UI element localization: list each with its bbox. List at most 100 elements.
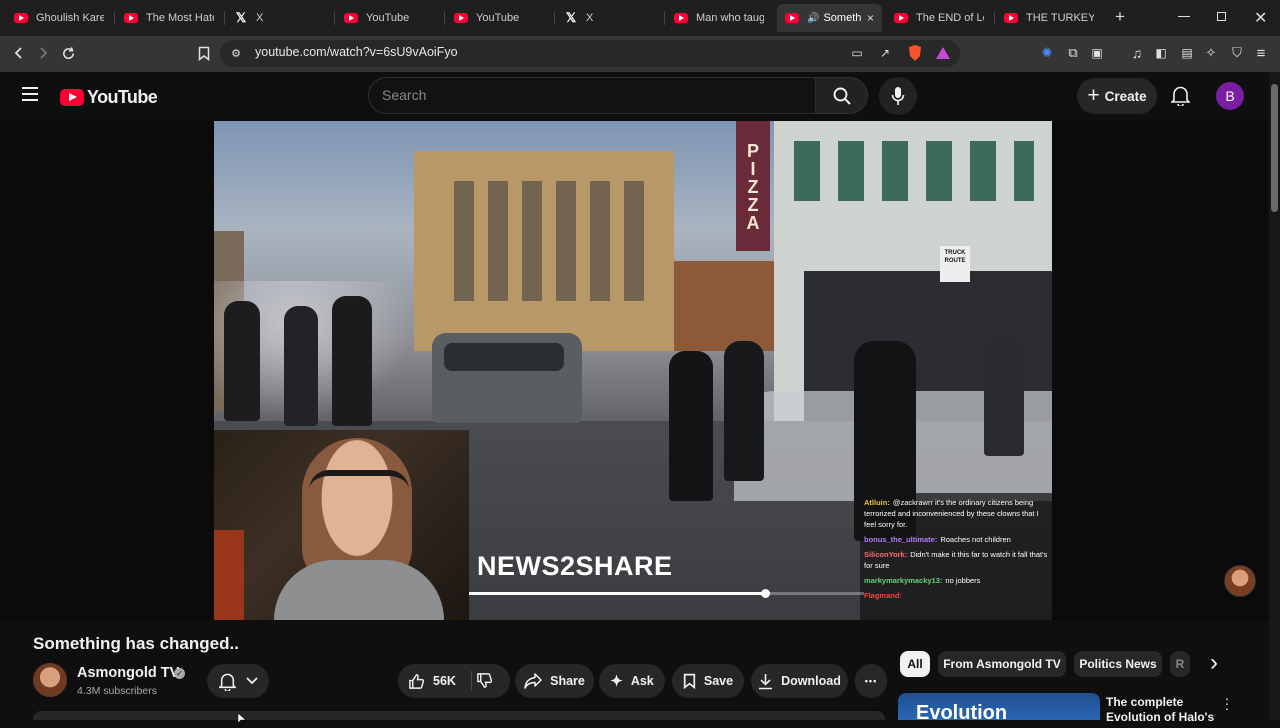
browser-tab[interactable]: 𝕏 X — [556, 4, 662, 32]
channel-avatar[interactable] — [33, 663, 67, 697]
account-avatar[interactable]: B — [1216, 82, 1244, 110]
scene-person — [224, 301, 260, 421]
scene-windows — [794, 141, 1034, 201]
browser-tab-strip: Ghoulish Karen The Most Hated 𝕏 X YouTub… — [0, 0, 1280, 36]
voice-search-button[interactable] — [879, 77, 917, 115]
chevron-right-icon[interactable]: › — [1200, 650, 1228, 678]
like-button[interactable]: 56K — [408, 673, 456, 690]
browser-tab[interactable]: YouTube — [336, 4, 442, 32]
scene-car-window — [444, 343, 564, 371]
channel-name[interactable]: Asmongold TV — [77, 665, 179, 681]
subscribed-notifications-button[interactable] — [207, 664, 269, 698]
browser-tab[interactable]: The END of Lok — [886, 4, 992, 32]
channel-watermark-avatar[interactable] — [1224, 565, 1256, 597]
menu-icon[interactable]: ≡ — [1250, 42, 1272, 64]
new-tab-button[interactable]: + — [1110, 7, 1130, 27]
close-window-button[interactable]: ✕ — [1254, 8, 1267, 28]
like-divider — [471, 671, 472, 691]
youtube-play-icon — [60, 89, 84, 106]
ask-button[interactable]: ✦ Ask — [599, 664, 665, 698]
site-settings-icon[interactable]: ⚙ — [225, 42, 247, 64]
cast-icon[interactable]: ▭ — [846, 42, 868, 64]
search-input[interactable]: Search — [382, 87, 426, 103]
youtube-logo[interactable]: YouTube — [60, 87, 158, 108]
tab-label: YouTube — [476, 12, 520, 24]
microphone-icon — [891, 87, 905, 105]
news2share-watermark: NEWS2SHARE — [477, 551, 673, 581]
description-box[interactable] — [33, 711, 885, 720]
video-title: Something has changed.. — [33, 634, 239, 653]
streamer-shirt — [274, 560, 444, 620]
forward-icon[interactable] — [32, 42, 54, 64]
leo-ai-icon[interactable]: ✧ — [1200, 42, 1222, 64]
shield-icon[interactable]: ⛉ — [1226, 42, 1248, 64]
search-button[interactable] — [815, 77, 868, 114]
browser-tab[interactable]: THE TURKEY TO — [996, 4, 1102, 32]
more-vert-icon[interactable]: · · · — [1222, 691, 1232, 715]
scene-shelf — [214, 530, 244, 620]
browser-tab[interactable]: The Most Hated — [116, 4, 222, 32]
brave-rewards-icon[interactable] — [932, 42, 954, 64]
bookmark-icon[interactable] — [193, 42, 215, 64]
restore-button[interactable] — [1217, 12, 1226, 21]
wallet-icon[interactable]: ▤ — [1176, 42, 1198, 64]
save-button[interactable]: Save — [672, 664, 744, 698]
scene-person — [332, 296, 372, 426]
chat-message: bonus_the_ultimate: Roaches not children — [864, 535, 1011, 544]
reader-icon[interactable]: ▣ — [1086, 42, 1108, 64]
like-count: 56K — [433, 674, 456, 688]
video-scrubber-handle[interactable] — [761, 589, 770, 598]
subscriber-count: 4.3M subscribers — [77, 685, 157, 697]
youtube-icon — [124, 13, 138, 23]
chip-from-channel[interactable]: From Asmongold TV — [938, 651, 1066, 677]
mouse-cursor-icon — [237, 710, 248, 728]
youtube-icon — [674, 13, 688, 23]
sparkle-icon: ✦ — [610, 673, 623, 690]
download-button[interactable]: Download — [751, 664, 848, 698]
close-tab-icon[interactable]: × — [863, 11, 874, 25]
tab-label: The END of Lok — [916, 12, 984, 24]
share-icon — [524, 673, 542, 689]
browser-tab[interactable]: Ghoulish Karen — [6, 4, 112, 32]
bell-icon — [218, 673, 236, 691]
back-icon[interactable] — [8, 42, 30, 64]
brave-shield-icon[interactable] — [904, 42, 926, 64]
scene-building — [674, 261, 774, 351]
pizza-sign: PIZZA — [736, 121, 770, 251]
scene-person — [284, 306, 318, 426]
like-dislike-group: 56K — [398, 664, 510, 698]
sidebar-toggle-icon[interactable]: ◧ — [1150, 42, 1172, 64]
url-text[interactable]: youtube.com/watch?v=6sU9vAoiFyo — [255, 45, 458, 59]
chip-politics-news[interactable]: Politics News — [1074, 651, 1162, 677]
browser-tab-active[interactable]: 🔊 Someth × — [777, 4, 882, 32]
browser-tab[interactable]: YouTube — [446, 4, 552, 32]
chip-truncated[interactable]: R — [1170, 651, 1190, 677]
share-button[interactable]: Share — [515, 664, 594, 698]
chat-message: markymarkymacky13: no jobbers — [864, 576, 981, 585]
share-page-icon[interactable]: ↗ — [874, 42, 896, 64]
more-actions-button[interactable]: ••• — [855, 664, 887, 698]
page-scrollbar-thumb[interactable] — [1271, 84, 1278, 212]
chat-message: Flagmand: — [864, 591, 902, 600]
dislike-button[interactable] — [476, 672, 493, 694]
extensions-icon[interactable]: ⧉ — [1062, 42, 1084, 64]
headphones-icon — [309, 470, 409, 490]
create-button[interactable]: + Create — [1077, 78, 1157, 114]
notifications-bell-icon[interactable] — [1170, 85, 1191, 111]
chevron-down-icon — [245, 677, 258, 685]
download-icon — [759, 673, 773, 689]
youtube-icon — [344, 13, 358, 23]
tab-label: Ghoulish Karen — [36, 12, 104, 24]
reload-icon[interactable] — [57, 42, 79, 64]
media-icon[interactable]: ♫ — [1126, 42, 1148, 64]
tab-label: THE TURKEY TO — [1026, 12, 1094, 24]
hamburger-menu-icon[interactable] — [22, 87, 38, 101]
minimize-button[interactable] — [1178, 10, 1190, 22]
browser-tab[interactable]: 𝕏 X — [226, 4, 332, 32]
vpn-icon[interactable]: ✺ — [1036, 42, 1058, 64]
search-box[interactable] — [368, 77, 816, 114]
recommended-video-title[interactable]: The complete Evolution of Halo's — [1106, 695, 1216, 725]
browser-tab[interactable]: Man who taugh — [666, 4, 772, 32]
chip-all[interactable]: All — [900, 651, 930, 677]
save-label: Save — [703, 674, 734, 688]
